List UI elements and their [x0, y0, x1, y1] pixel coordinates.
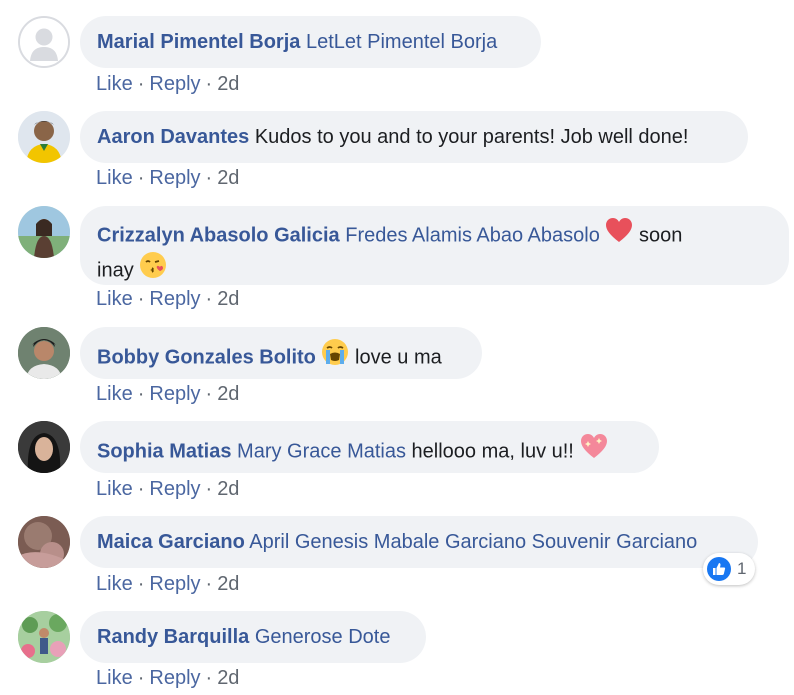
timestamp[interactable]: 2d [217, 383, 239, 405]
avatar-photo-icon [18, 327, 70, 379]
comment-author[interactable]: Sophia Matias [97, 440, 231, 462]
comment-bubble: Sophia Matias Mary Grace Matias hellooo … [80, 421, 659, 473]
avatar-photo-icon [18, 421, 70, 473]
comment-text: hellooo ma, luv u!! [411, 440, 574, 463]
like-link[interactable]: Like [96, 667, 133, 689]
mention[interactable]: LetLet Pimentel Borja [306, 31, 497, 53]
reply-link[interactable]: Reply [149, 573, 200, 595]
comment-author[interactable]: Aaron Davantes [97, 126, 249, 148]
separator: · [137, 478, 145, 500]
comment-bubble: Crizzalyn Abasolo Galicia Fredes Alamis … [80, 206, 789, 285]
avatar[interactable] [18, 611, 70, 663]
mention[interactable]: April Genesis Mabale Garciano [249, 531, 526, 553]
comment-actions: Like · Reply · 2d [96, 382, 239, 406]
comment-text: Kudos to you and to your parents! Job we… [254, 126, 689, 148]
comment-text: soon [638, 224, 683, 247]
comment-text: love u ma [355, 346, 442, 369]
loudly-crying-face-emoji [321, 338, 349, 374]
reply-link[interactable]: Reply [149, 478, 200, 500]
like-link[interactable]: Like [96, 478, 133, 500]
timestamp[interactable]: 2d [217, 288, 239, 310]
reply-link[interactable]: Reply [149, 73, 200, 95]
like-link[interactable]: Like [96, 167, 133, 189]
like-link[interactable]: Like [96, 573, 133, 595]
timestamp[interactable]: 2d [217, 667, 239, 689]
separator: · [205, 383, 213, 405]
separator: · [137, 573, 145, 595]
reply-link[interactable]: Reply [149, 167, 200, 189]
comment-author[interactable]: Crizzalyn Abasolo Galicia [97, 224, 340, 246]
avatar[interactable] [18, 516, 70, 568]
timestamp[interactable]: 2d [217, 167, 239, 189]
avatar-photo-icon [18, 111, 70, 163]
comment-actions: Like · Reply · 2d [96, 72, 239, 96]
separator: · [137, 73, 145, 95]
timestamp[interactable]: 2d [217, 478, 239, 500]
heart-emoji [605, 217, 633, 251]
comment-actions: Like · Reply · 2d [96, 287, 239, 311]
avatar-photo-icon [18, 516, 70, 568]
reaction-count-badge[interactable]: 1 [703, 553, 755, 585]
avatar[interactable] [18, 327, 70, 379]
comment-actions: Like · Reply · 2d [96, 572, 239, 596]
comment-author[interactable]: Maica Garciano [97, 531, 245, 553]
comment-author[interactable]: Bobby Gonzales Bolito [97, 346, 316, 368]
avatar-photo-icon [18, 206, 70, 258]
comment-actions: Like · Reply · 2d [96, 477, 239, 501]
thumbs-up-icon [707, 557, 731, 581]
separator: · [205, 667, 213, 689]
separator: · [137, 667, 145, 689]
comment-author[interactable]: Randy Barquilla [97, 626, 249, 648]
like-link[interactable]: Like [96, 73, 133, 95]
comment-bubble: Maica Garciano April Genesis Mabale Garc… [80, 516, 758, 568]
mention[interactable]: Fredes Alamis Abao Abasolo [345, 224, 600, 246]
avatar-photo-icon [18, 611, 70, 663]
reply-link[interactable]: Reply [149, 667, 200, 689]
default-avatar-icon [20, 18, 68, 66]
avatar[interactable] [18, 206, 70, 258]
mention[interactable]: Souvenir Garciano [532, 531, 698, 553]
mention[interactable]: Generose Dote [255, 626, 391, 648]
separator: · [137, 167, 145, 189]
separator: · [137, 288, 145, 310]
comment-author[interactable]: Marial Pimentel Borja [97, 31, 300, 53]
comment-bubble: Bobby Gonzales Bolito love u ma [80, 327, 482, 379]
mention[interactable]: Mary Grace Matias [237, 440, 406, 462]
avatar[interactable] [18, 111, 70, 163]
comment-bubble: Randy Barquilla Generose Dote [80, 611, 426, 663]
separator: · [205, 478, 213, 500]
comment-bubble: Marial Pimentel Borja LetLet Pimentel Bo… [80, 16, 541, 68]
reply-link[interactable]: Reply [149, 383, 200, 405]
timestamp[interactable]: 2d [217, 573, 239, 595]
avatar[interactable] [18, 16, 70, 68]
kissing-face-emoji [139, 251, 167, 287]
reaction-count: 1 [737, 559, 747, 578]
separator: · [205, 288, 213, 310]
separator: · [137, 383, 145, 405]
comment-actions: Like · Reply · 2d [96, 666, 239, 690]
comment-text: inay [97, 259, 134, 282]
comment-bubble: Aaron Davantes Kudos to you and to your … [80, 111, 748, 163]
sparkling-heart-emoji [579, 432, 609, 468]
like-link[interactable]: Like [96, 383, 133, 405]
separator: · [205, 573, 213, 595]
separator: · [205, 73, 213, 95]
timestamp[interactable]: 2d [217, 73, 239, 95]
reply-link[interactable]: Reply [149, 288, 200, 310]
comment-actions: Like · Reply · 2d [96, 166, 239, 190]
avatar[interactable] [18, 421, 70, 473]
like-link[interactable]: Like [96, 288, 133, 310]
separator: · [205, 167, 213, 189]
